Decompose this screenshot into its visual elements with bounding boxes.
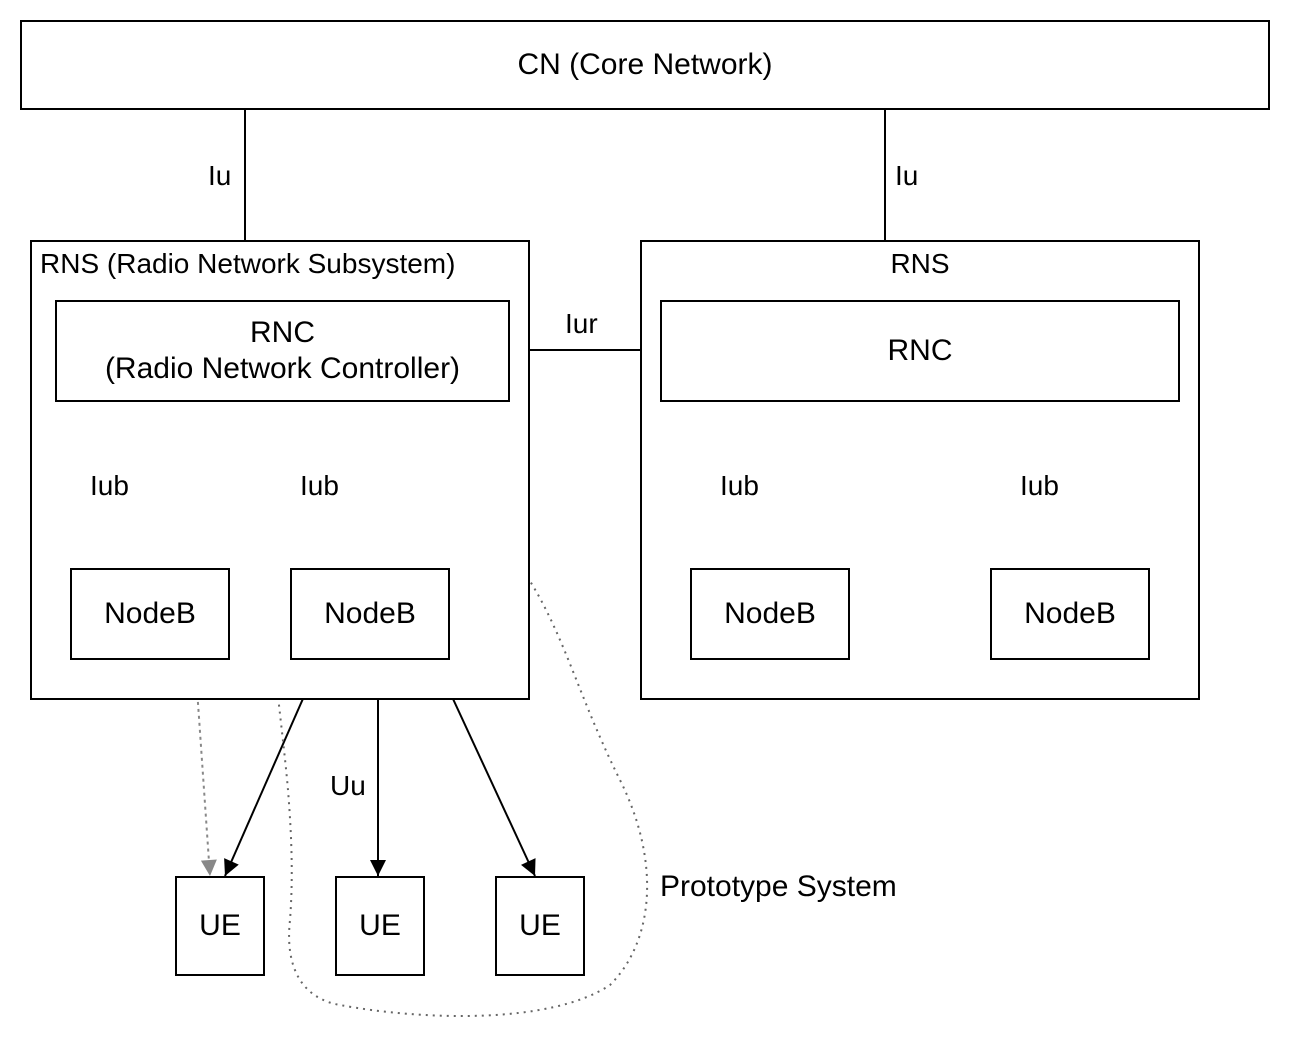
prototype-label: Prototype System bbox=[660, 870, 897, 904]
nodeb-left-2-box: NodeB bbox=[290, 568, 450, 660]
rns-right-title: RNS bbox=[890, 248, 949, 280]
nodeb-left-1-label: NodeB bbox=[104, 596, 196, 632]
iu-left-label: Iu bbox=[208, 160, 231, 192]
uu-label: Uu bbox=[330, 770, 366, 802]
cn-box: CN (Core Network) bbox=[20, 20, 1270, 110]
ue-1-label: UE bbox=[199, 908, 241, 944]
ue-3-label: UE bbox=[519, 908, 561, 944]
iub-left-2-label: Iub bbox=[300, 470, 339, 502]
ue-2-box: UE bbox=[335, 876, 425, 976]
iub-right-2-label: Iub bbox=[1020, 470, 1059, 502]
iu-right-label: Iu bbox=[895, 160, 918, 192]
rnc-right-label: RNC bbox=[888, 333, 953, 369]
utran-architecture-diagram: CN (Core Network) RNS (Radio Network Sub… bbox=[0, 0, 1295, 1048]
iub-left-1-label: Iub bbox=[90, 470, 129, 502]
iur-label: Iur bbox=[565, 308, 598, 340]
nodeb-left-1-box: NodeB bbox=[70, 568, 230, 660]
rnc-right-box: RNC bbox=[660, 300, 1180, 402]
nodeb-right-2-box: NodeB bbox=[990, 568, 1150, 660]
ue-1-box: UE bbox=[175, 876, 265, 976]
nodeb-right-1-label: NodeB bbox=[724, 596, 816, 632]
rnc-left-box: RNC (Radio Network Controller) bbox=[55, 300, 510, 402]
cn-label: CN (Core Network) bbox=[517, 47, 772, 83]
rnc-left-label-1: RNC bbox=[250, 315, 315, 351]
nodeb-right-2-label: NodeB bbox=[1024, 596, 1116, 632]
iub-right-1-label: Iub bbox=[720, 470, 759, 502]
nodeb-left-2-label: NodeB bbox=[324, 596, 416, 632]
rnc-left-label-2: (Radio Network Controller) bbox=[105, 351, 460, 387]
nodeb-right-1-box: NodeB bbox=[690, 568, 850, 660]
rns-left-title: RNS (Radio Network Subsystem) bbox=[40, 248, 455, 280]
ue-2-label: UE bbox=[359, 908, 401, 944]
ue-3-box: UE bbox=[495, 876, 585, 976]
